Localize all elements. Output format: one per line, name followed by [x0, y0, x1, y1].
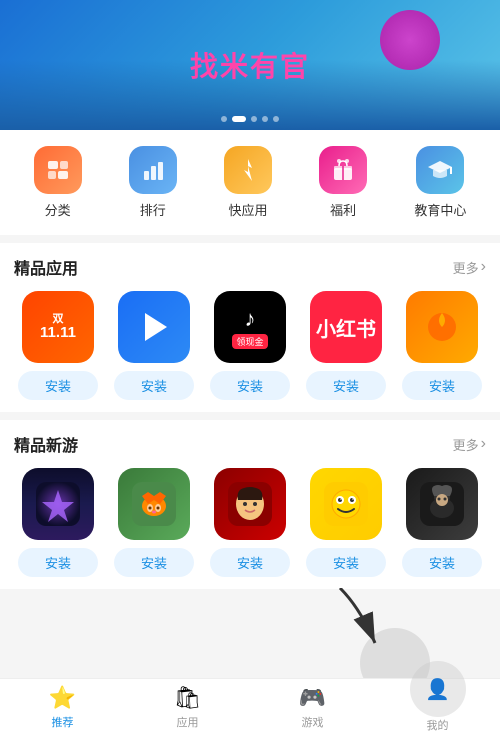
douyin-note-icon: ♪: [245, 306, 256, 332]
fuli-label: 福利: [330, 200, 356, 219]
shadow-install-btn[interactable]: 安装: [402, 548, 482, 577]
annotation-arrow: [320, 588, 400, 668]
apps-section-header: 精品应用 更多: [14, 255, 486, 279]
fox-install-btn[interactable]: 安装: [114, 548, 194, 577]
youku-install-btn[interactable]: 安装: [114, 371, 194, 400]
xhs-text: 小红书: [316, 313, 376, 342]
tab-youxi[interactable]: 🎮 游戏: [250, 685, 375, 730]
banner-dot-5: [273, 116, 279, 122]
app-orange: 安装: [398, 291, 486, 400]
orange-install-btn[interactable]: 安装: [402, 371, 482, 400]
kuai-icon: [224, 146, 272, 194]
game-emoji: 安装: [302, 468, 390, 577]
xiaohongshu-install-btn[interactable]: 安装: [306, 371, 386, 400]
fenlei-icon: [34, 146, 82, 194]
apps-section-title: 精品应用: [14, 255, 78, 279]
app-youku: 安装: [110, 291, 198, 400]
game-celeb: 安装: [206, 468, 294, 577]
nav-fenlei[interactable]: 分类: [34, 146, 82, 219]
banner-dot-2: [232, 116, 246, 122]
shadow-game-icon[interactable]: [406, 468, 478, 540]
app-xiaohongshu: 小红书 安装: [302, 291, 390, 400]
banner-dot-3: [251, 116, 257, 122]
taobao-icon[interactable]: 双 11.11: [22, 291, 94, 363]
banner-circle: [380, 10, 440, 70]
fuli-icon: [319, 146, 367, 194]
tab-yingyong[interactable]: 🛍 应用: [125, 685, 250, 730]
apps-more-link[interactable]: 更多: [453, 258, 486, 277]
game-shadow: 安装: [398, 468, 486, 577]
apps-row: 双 11.11 安装 安装 ♪ 领现金 安装 小红书 安装: [14, 291, 486, 400]
nav-fuli[interactable]: 福利: [319, 146, 367, 219]
nav-jiaoyu[interactable]: 教育中心: [414, 146, 466, 219]
xiaohongshu-icon[interactable]: 小红书: [310, 291, 382, 363]
tab-wode[interactable]: 👤 我的: [375, 681, 500, 733]
tuijian-icon: ⭐: [49, 685, 76, 711]
youxi-label: 游戏: [302, 714, 324, 730]
banner-dot-4: [262, 116, 268, 122]
yingyong-icon: 🛍: [174, 685, 202, 711]
game-fox: 安装: [110, 468, 198, 577]
kuai-label: 快应用: [228, 200, 267, 219]
emoji-game-icon[interactable]: [310, 468, 382, 540]
banner-dots: [221, 116, 279, 122]
games-section-title: 精品新游: [14, 432, 78, 456]
nav-paihang[interactable]: 排行: [129, 146, 177, 219]
jiaoyu-label: 教育中心: [414, 200, 466, 219]
fox-game-icon[interactable]: [118, 468, 190, 540]
featured-apps-section: 精品应用 更多 双 11.11 安装 安装 ♪ 领现金 安装: [0, 243, 500, 412]
app-douyin: ♪ 领现金 安装: [206, 291, 294, 400]
wode-label: 我的: [427, 717, 449, 733]
youku-play-icon: [145, 313, 167, 341]
jiaoyu-icon: [416, 146, 464, 194]
youxi-icon: 🎮: [299, 685, 326, 711]
paihang-label: 排行: [140, 200, 166, 219]
wode-circle: 👤: [410, 661, 466, 717]
app-taobao: 双 11.11 安装: [14, 291, 102, 400]
celeb-game-icon[interactable]: [214, 468, 286, 540]
tuijian-label: 推荐: [52, 714, 74, 730]
taobao-install-btn[interactable]: 安装: [18, 371, 98, 400]
douyin-install-btn[interactable]: 安装: [210, 371, 290, 400]
tab-tuijian[interactable]: ⭐ 推荐: [0, 685, 125, 730]
douyin-badge: 领现金: [232, 334, 267, 349]
tab-bar: ⭐ 推荐 🛍 应用 🎮 游戏 👤 我的: [0, 678, 500, 743]
youku-icon[interactable]: [118, 291, 190, 363]
games-more-link[interactable]: 更多: [453, 435, 486, 454]
wode-icon: 👤: [425, 677, 450, 702]
games-section-header: 精品新游 更多: [14, 432, 486, 456]
banner-text: 找米有官: [190, 45, 310, 85]
dark-game-icon[interactable]: [22, 468, 94, 540]
paihang-icon: [129, 146, 177, 194]
game-dark: 安装: [14, 468, 102, 577]
featured-games-section: 精品新游 更多 安装: [0, 420, 500, 589]
yingyong-label: 应用: [177, 714, 199, 730]
banner: 找米有官: [0, 0, 500, 130]
emoji-install-btn[interactable]: 安装: [306, 548, 386, 577]
nav-row: 分类 排行 快应用: [0, 130, 500, 235]
celeb-install-btn[interactable]: 安装: [210, 548, 290, 577]
games-row: 安装 安装: [14, 468, 486, 577]
douyin-icon[interactable]: ♪ 领现金: [214, 291, 286, 363]
nav-kuaiyongyong[interactable]: 快应用: [224, 146, 272, 219]
banner-dot-1: [221, 116, 227, 122]
fenlei-label: 分类: [45, 200, 71, 219]
dark-install-btn[interactable]: 安装: [18, 548, 98, 577]
orange-icon[interactable]: [406, 291, 478, 363]
